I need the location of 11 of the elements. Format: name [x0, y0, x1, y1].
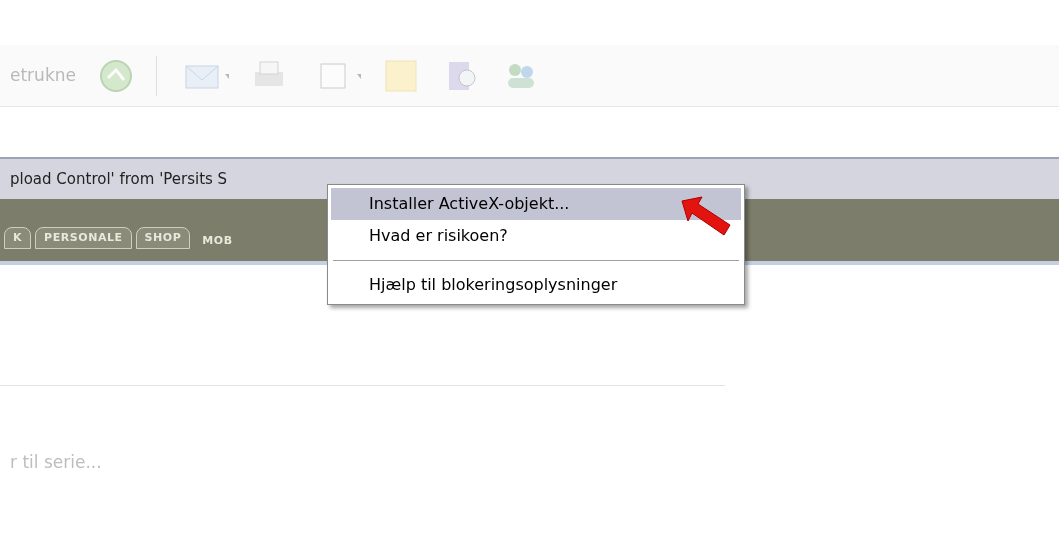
- menu-item[interactable]: Hvad er risikoen?: [331, 220, 741, 252]
- toolbar-label[interactable]: etrukne: [10, 62, 76, 89]
- content-text: r til serie...: [9, 451, 103, 474]
- nav-tab[interactable]: K: [4, 226, 32, 249]
- information-bar-text: pload Control' from 'Persits S: [10, 168, 228, 190]
- pointer-arrow-icon: [680, 195, 732, 237]
- nav-link[interactable]: MOB: [194, 232, 241, 249]
- menu-item[interactable]: Installer ActiveX-objekt...: [331, 188, 741, 220]
- menu-item[interactable]: Hjælp til blokeringsoplysninger: [331, 269, 741, 301]
- nav-tab[interactable]: SHOP: [135, 226, 191, 249]
- nav-tab[interactable]: PERSONALE: [35, 226, 132, 249]
